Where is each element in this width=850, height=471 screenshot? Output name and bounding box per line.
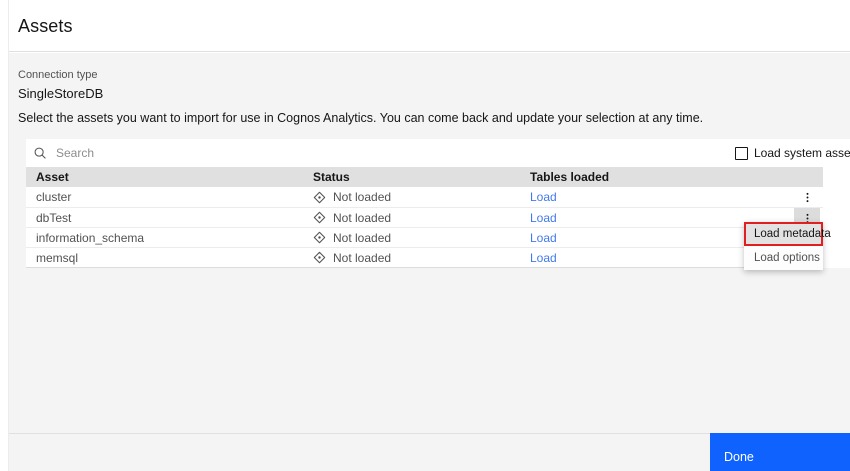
panel-header: Assets	[9, 0, 850, 52]
status-cell: Not loaded	[313, 251, 530, 265]
load-link[interactable]: Load	[530, 251, 557, 265]
load-link[interactable]: Load	[530, 231, 557, 245]
status-text: Not loaded	[333, 190, 392, 204]
load-link[interactable]: Load	[530, 211, 557, 225]
column-header-asset: Asset	[36, 170, 69, 184]
column-header-status: Status	[313, 170, 350, 184]
overflow-context-menu: Load metadata Load options	[744, 222, 831, 270]
asset-name: information_schema	[36, 230, 145, 245]
search-area	[26, 139, 850, 167]
search-input[interactable]	[56, 146, 356, 160]
menu-item-load-options[interactable]: Load options	[744, 246, 823, 270]
overflow-menu-icon	[806, 192, 808, 202]
table-row: information_schema Not loaded Load	[26, 227, 823, 247]
status-text: Not loaded	[333, 250, 392, 265]
table-body: cluster Not loaded Load dbTest Not loade…	[26, 187, 823, 268]
search-icon	[33, 146, 47, 160]
status-cell: Not loaded	[313, 211, 530, 225]
status-undefined-diamond-icon	[313, 251, 326, 264]
load-system-assets-control: Load system assets	[735, 139, 850, 167]
background-page-strip	[0, 0, 9, 471]
asset-name: cluster	[36, 190, 72, 204]
table-row: cluster Not loaded Load	[26, 187, 823, 207]
status-undefined-diamond-icon	[313, 211, 326, 224]
asset-name: dbTest	[36, 210, 72, 225]
status-undefined-diamond-icon	[313, 231, 326, 244]
tables-loaded-cell: Load	[530, 190, 823, 204]
connection-type-value: SingleStoreDB	[18, 86, 104, 101]
table-row: memsql Not loaded Load	[26, 247, 823, 267]
connection-type-label: Connection type	[18, 69, 98, 81]
load-system-assets-checkbox[interactable]	[735, 146, 748, 160]
assets-panel: Assets Connection type SingleStoreDB Sel…	[0, 0, 850, 471]
table-row: dbTest Not loaded Load	[26, 207, 823, 228]
page-title: Assets	[18, 16, 73, 36]
asset-name: memsql	[36, 250, 79, 265]
table-toolbar: Load system assets	[26, 139, 850, 167]
table-header-row: Asset Status Tables loaded	[26, 167, 823, 187]
load-system-assets-label: Load system assets	[754, 146, 850, 160]
column-header-tables-loaded: Tables loaded	[530, 170, 610, 184]
status-cell: Not loaded	[313, 231, 530, 245]
menu-item-load-metadata[interactable]: Load metadata	[744, 222, 831, 246]
instructions-text: Select the assets you want to import for…	[18, 111, 704, 125]
status-cell: Not loaded	[313, 190, 530, 204]
done-button[interactable]: Done	[710, 433, 850, 471]
assets-table: Load system assets Asset Status Tables l…	[26, 139, 850, 268]
row-overflow-menu-button[interactable]	[794, 187, 820, 207]
status-text: Not loaded	[333, 210, 392, 225]
status-text: Not loaded	[333, 230, 392, 245]
status-undefined-diamond-icon	[313, 191, 326, 204]
load-link[interactable]: Load	[530, 190, 557, 204]
